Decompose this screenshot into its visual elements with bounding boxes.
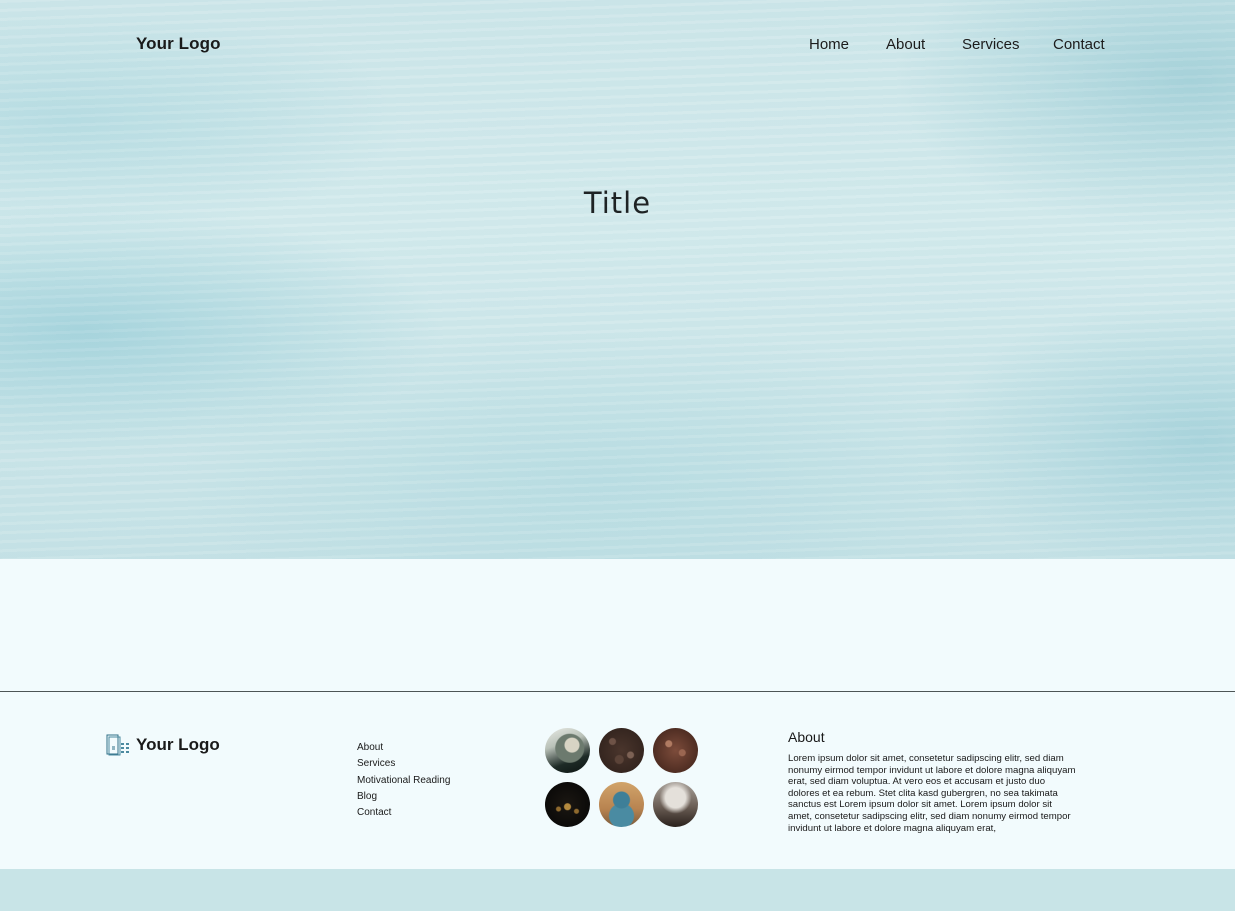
footer-link-item: Contact (357, 805, 450, 821)
footer-link-item: Blog (357, 789, 450, 805)
nav-home-link[interactable]: Home (809, 36, 849, 53)
gallery-image-6[interactable] (653, 782, 698, 827)
gallery-image-3[interactable] (653, 728, 698, 773)
footer-links: About Services Motivational Reading Blog… (357, 740, 450, 821)
footer-link-item: Motivational Reading (357, 773, 450, 789)
gallery-image-4[interactable] (545, 782, 590, 827)
footer-link-motivational-reading[interactable]: Motivational Reading (357, 775, 450, 786)
nav-services-link[interactable]: Services (962, 36, 1020, 53)
footer-logo[interactable]: Your Logo (106, 734, 220, 756)
footer-link-about[interactable]: About (357, 742, 383, 753)
footer-link-item: Services (357, 756, 450, 772)
hero-title: Title (583, 186, 652, 220)
gallery-image-1[interactable] (545, 728, 590, 773)
nav-about-link[interactable]: About (886, 36, 925, 53)
footer-link-services[interactable]: Services (357, 758, 395, 769)
gallery-image-2[interactable] (599, 728, 644, 773)
gallery-image-5[interactable] (599, 782, 644, 827)
footer-about-text: Lorem ipsum dolor sit amet, consetetur s… (788, 753, 1076, 834)
main-nav: Home About Services Contact (0, 36, 1235, 56)
logo-book-icon (106, 734, 129, 756)
footer-about: About Lorem ipsum dolor sit amet, conset… (788, 729, 1078, 835)
bottom-bar (0, 869, 1235, 911)
footer-gallery (545, 728, 705, 828)
footer-link-item: About (357, 740, 450, 756)
hero-section: Your Logo Home About Services Contact Ti… (0, 0, 1235, 559)
footer-link-blog[interactable]: Blog (357, 791, 377, 802)
footer: Your Logo About Services Motivational Re… (0, 691, 1235, 870)
nav-contact-link[interactable]: Contact (1053, 36, 1105, 53)
footer-logo-text: Your Logo (136, 735, 220, 754)
footer-about-heading: About (788, 729, 825, 745)
footer-link-contact[interactable]: Contact (357, 807, 391, 818)
